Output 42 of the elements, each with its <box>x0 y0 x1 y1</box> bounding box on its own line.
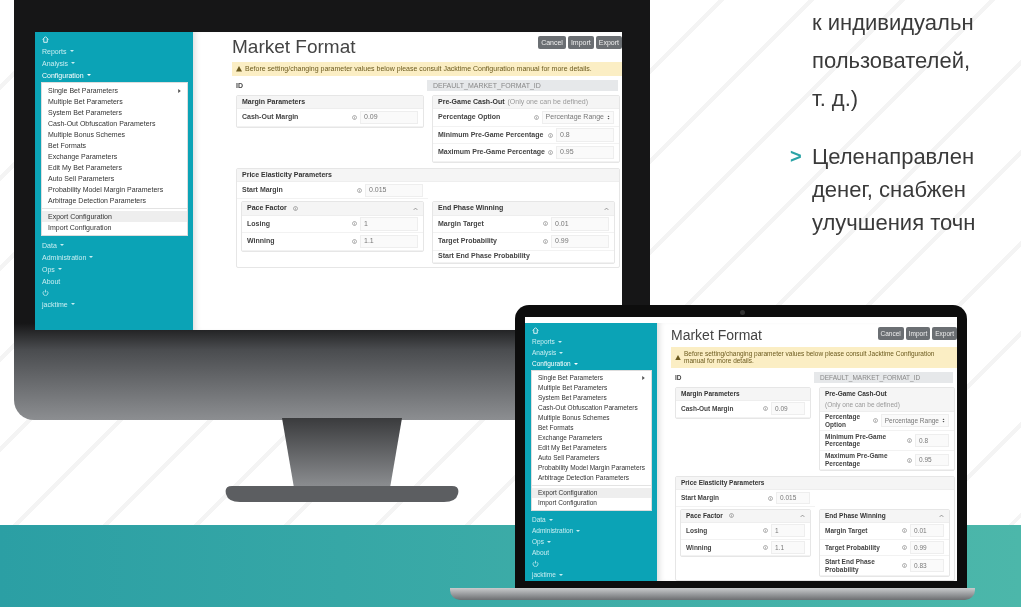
info-icon[interactable] <box>902 528 907 534</box>
bullet-marker: > <box>790 144 803 169</box>
info-icon[interactable] <box>357 187 362 193</box>
power-icon[interactable] <box>42 289 49 296</box>
chevron-up-icon[interactable] <box>800 513 805 518</box>
info-icon[interactable] <box>763 544 768 550</box>
chevron-up-icon[interactable] <box>604 206 609 211</box>
info-icon[interactable] <box>352 221 357 227</box>
info-icon[interactable] <box>533 115 539 121</box>
info-icon[interactable] <box>292 206 298 212</box>
chevron-up-icon[interactable] <box>939 513 944 518</box>
info-icon[interactable] <box>902 544 907 550</box>
info-icon[interactable] <box>548 149 553 155</box>
bullet-text: улучшения точн <box>812 209 976 237</box>
description-text: т. д.) <box>811 85 860 113</box>
home-icon[interactable] <box>42 36 49 43</box>
info-icon[interactable] <box>548 132 553 138</box>
bullet-text: денег, снабжен <box>812 176 967 204</box>
description-text: к индивидуальн <box>811 9 975 37</box>
submenu-arrow-icon <box>178 88 181 93</box>
submenu-arrow-icon <box>642 376 645 380</box>
info-icon[interactable] <box>907 457 912 463</box>
chevron-up-icon[interactable] <box>413 206 418 211</box>
info-icon[interactable] <box>352 115 357 121</box>
page-title: Market Format <box>671 327 762 343</box>
power-icon[interactable] <box>532 560 539 567</box>
info-icon[interactable] <box>352 238 357 244</box>
warning-icon <box>675 354 681 361</box>
description-text: пользователей, <box>811 47 972 75</box>
info-icon[interactable] <box>543 238 548 244</box>
info-icon[interactable] <box>543 221 548 227</box>
info-icon[interactable] <box>902 563 907 569</box>
page-title: Market Format <box>232 36 356 58</box>
info-icon[interactable] <box>768 495 773 501</box>
warning-icon <box>236 66 242 72</box>
info-icon[interactable] <box>763 406 768 412</box>
info-icon[interactable] <box>728 513 734 519</box>
info-icon[interactable] <box>763 528 768 534</box>
info-icon[interactable] <box>872 418 878 424</box>
home-icon[interactable] <box>532 327 539 334</box>
info-icon[interactable] <box>907 437 912 443</box>
bullet-text: Целенаправлен <box>812 143 976 171</box>
